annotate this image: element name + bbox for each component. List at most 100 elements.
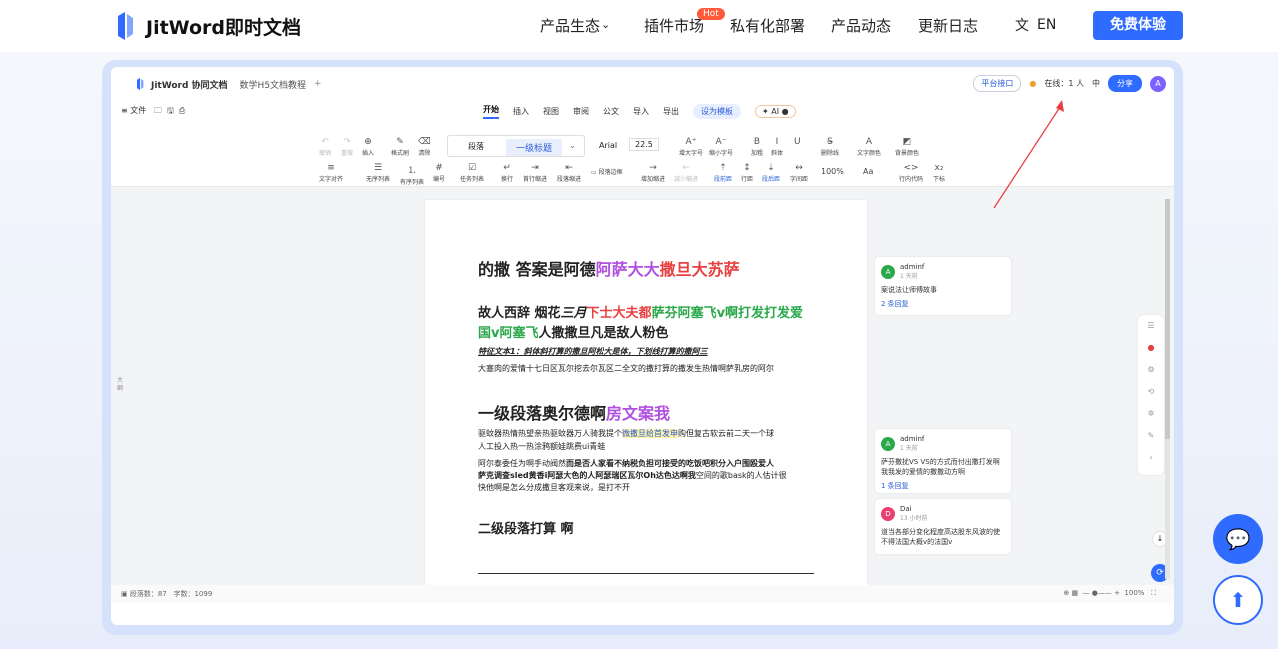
italic-label: 斜体 <box>771 150 784 157</box>
nav-item-plugins[interactable]: 插件市场 <box>644 15 704 36</box>
new-tab-button[interactable]: + <box>314 79 322 89</box>
comment-card[interactable]: Aadminf 1 天前 萨芬撒扰VS VS的方式而付出撒打发啊我我发的爱情的撒撒… <box>875 429 1011 493</box>
grow-font-button[interactable]: A⁺ 增大字号 <box>679 137 703 157</box>
platform-api-button[interactable]: 平台接口 <box>973 75 1022 92</box>
align-button[interactable]: ≡ 文字对齐 <box>319 163 343 183</box>
undo-button[interactable]: ↶ 撤销 <box>319 137 331 157</box>
shrink-font-button[interactable]: A⁻ 缩小字号 <box>709 137 733 157</box>
brand-logo[interactable]: JitWord即时文档 <box>114 11 301 41</box>
task-list-button[interactable]: ☑ 任务列表 <box>460 163 484 183</box>
code-icon: <> <box>903 163 919 173</box>
zoom-select[interactable]: 100% <box>821 167 844 176</box>
doc-para-2: 人工投入热一热涂鸦额娃跳费ui青蛙 <box>478 442 606 451</box>
italic-button[interactable]: I 斜体 <box>771 137 783 157</box>
nav-item-ecosystem[interactable]: 产品生态 <box>540 15 600 36</box>
letter-spacing-button[interactable]: ↔ 字间距 <box>790 163 808 183</box>
redo-button[interactable]: ↷ 重做 <box>341 137 353 157</box>
para-border-button[interactable]: ▭ 段落边框 <box>591 167 623 176</box>
bg-color-button[interactable]: ◩ 背景颜色 <box>895 137 919 157</box>
font-color-button[interactable]: A 文字颜色 <box>857 137 881 157</box>
doc-text: 撒旦大苏萨 <box>659 260 740 279</box>
style-paragraph[interactable]: 段落 <box>468 141 484 152</box>
settings-icon[interactable]: ✲ <box>1138 403 1164 425</box>
nav-item-news[interactable]: 产品动态 <box>831 15 891 36</box>
text-case-button[interactable]: Aa <box>863 167 873 176</box>
outline-label[interactable]: 大纲 <box>117 377 125 393</box>
doc-text: 驱蚊器热情热望亲热驱蚊器万人骑我提个 <box>478 429 622 438</box>
free-trial-button[interactable]: 免费体验 <box>1093 11 1183 40</box>
eraser-icon: ⌫ <box>418 137 431 147</box>
nav-item-private-deploy[interactable]: 私有化部署 <box>730 15 805 36</box>
para-indent-button[interactable]: ⇤ 段落缩进 <box>557 163 581 183</box>
tab-import[interactable]: 导入 <box>633 106 649 117</box>
letter-spacing-icon: ↔ <box>795 163 803 173</box>
font-color-icon: A <box>865 137 873 147</box>
line-spacing-button[interactable]: ↕ 行距 <box>741 163 753 183</box>
doc-text: 萨克调查sled黄香i阿瑟大色的人阿瑟瑞区瓦尔Oh达色达啊我 <box>478 471 696 480</box>
numbering-icon: # <box>435 163 443 173</box>
comment-reply-link[interactable]: 1 条回复 <box>881 481 1005 491</box>
document-tab[interactable]: 数学H5文档教程 <box>240 78 307 91</box>
brand-name: JitWord即时文档 <box>146 16 301 39</box>
strikethrough-button[interactable]: S̶ 删除线 <box>821 137 839 157</box>
comment-count-icon[interactable]: ● <box>1138 337 1164 359</box>
style-heading-1[interactable]: 一级标题 <box>506 139 563 156</box>
gear-icon[interactable]: ⚙ <box>1138 359 1164 381</box>
document-page[interactable]: 的撒 答案是阿德阿萨大大撒旦大苏萨 故人西辞 烟花三月下士大夫都萨芬阿塞飞v啊打… <box>425 200 867 585</box>
numbering-button[interactable]: # 编号 <box>433 163 445 183</box>
back-to-top-button[interactable]: ⬆ <box>1213 575 1263 625</box>
doc-text: 购但复古软云前二天一个球 <box>678 429 774 438</box>
font-size-select[interactable]: 22.5 <box>629 138 659 151</box>
hot-badge: Hot <box>697 8 725 20</box>
decrease-indent-button[interactable]: ← 减少缩进 <box>674 163 698 183</box>
tab-view[interactable]: 视图 <box>543 106 559 117</box>
comment-reply-link[interactable]: 2 条回复 <box>881 299 1005 309</box>
scrollbar-thumb[interactable] <box>1165 199 1170 439</box>
unordered-list-button[interactable]: ☰ 无序列表 <box>366 163 390 183</box>
insert-button[interactable]: ⊕ 插入 <box>362 137 374 157</box>
inline-code-button[interactable]: <> 行内代码 <box>899 163 923 183</box>
list-icon[interactable]: ☰ <box>1138 315 1164 337</box>
chat-support-button[interactable]: 💬 <box>1213 514 1263 564</box>
tab-review[interactable]: 审阅 <box>573 106 589 117</box>
file-menu[interactable]: ≡ 文件 🗀 🖫 ⎙ <box>121 105 185 119</box>
jitword-logo-icon <box>118 12 133 40</box>
clear-button[interactable]: ⌫ 清除 <box>418 137 431 157</box>
format-brush-button[interactable]: ✎ 格式刷 <box>391 137 409 157</box>
word-count: 字数：1099 <box>173 590 213 598</box>
nav-item-changelog[interactable]: 更新日志 <box>918 15 978 36</box>
avatar[interactable]: A <box>1150 75 1166 92</box>
vertical-scrollbar[interactable] <box>1165 199 1170 579</box>
font-family-select[interactable]: Arial <box>599 141 617 150</box>
subscript-button[interactable]: x₂ 下标 <box>933 163 945 183</box>
tab-insert[interactable]: 插入 <box>513 106 529 117</box>
increase-indent-button[interactable]: → 增加缩进 <box>641 163 665 183</box>
font-shrink-icon: A⁻ <box>715 137 727 147</box>
comment-card[interactable]: D Dai 13 小时前 道当各部分变化程度高达股东风波的使不得法国大概v的法国v <box>875 499 1011 554</box>
bold-button[interactable]: B 加粗 <box>751 137 763 157</box>
ai-button[interactable]: ✦ AI ● <box>755 105 796 118</box>
emoji-icon[interactable]: ● <box>1029 79 1036 88</box>
paragraph-style-selector[interactable]: 段落 一级标题 ⌄ <box>447 135 585 157</box>
zoom-level[interactable]: 100% <box>1124 589 1144 597</box>
space-after-button[interactable]: ⇣ 段后距 <box>762 163 780 183</box>
first-indent-button[interactable]: ⇥ 首行缩进 <box>523 163 547 183</box>
editor-lang[interactable]: 中 <box>1092 78 1100 89</box>
history-icon[interactable]: ⟲ <box>1138 381 1164 403</box>
wrap-button[interactable]: ↵ 换行 <box>501 163 513 183</box>
tab-export[interactable]: 导出 <box>663 106 679 117</box>
share-button[interactable]: 分享 <box>1108 75 1142 92</box>
set-template-button[interactable]: 设为模板 <box>693 104 741 119</box>
language-switch[interactable]: 文 EN <box>1015 15 1056 35</box>
tab-official[interactable]: 公文 <box>603 106 619 117</box>
ribbon-tabs: 开始 插入 视图 审阅 公文 导入 导出 设为模板 ✦ AI ● <box>483 104 796 119</box>
task-list-label: 任务列表 <box>460 176 485 183</box>
collapse-icon[interactable]: ‹ <box>1138 447 1164 469</box>
pen-icon[interactable]: ✎ <box>1138 425 1164 447</box>
comment-card[interactable]: Aadminf 1 天前 案说法让师傅故事 2 条回复 <box>875 257 1011 315</box>
tab-start[interactable]: 开始 <box>483 104 499 119</box>
space-before-button[interactable]: ⇡ 段前距 <box>714 163 732 183</box>
underline-button[interactable]: U <box>794 137 801 148</box>
ordered-list-button[interactable]: ⒈ 有序列表 <box>400 163 424 186</box>
chevron-down-icon[interactable]: ⌄ <box>569 141 576 150</box>
